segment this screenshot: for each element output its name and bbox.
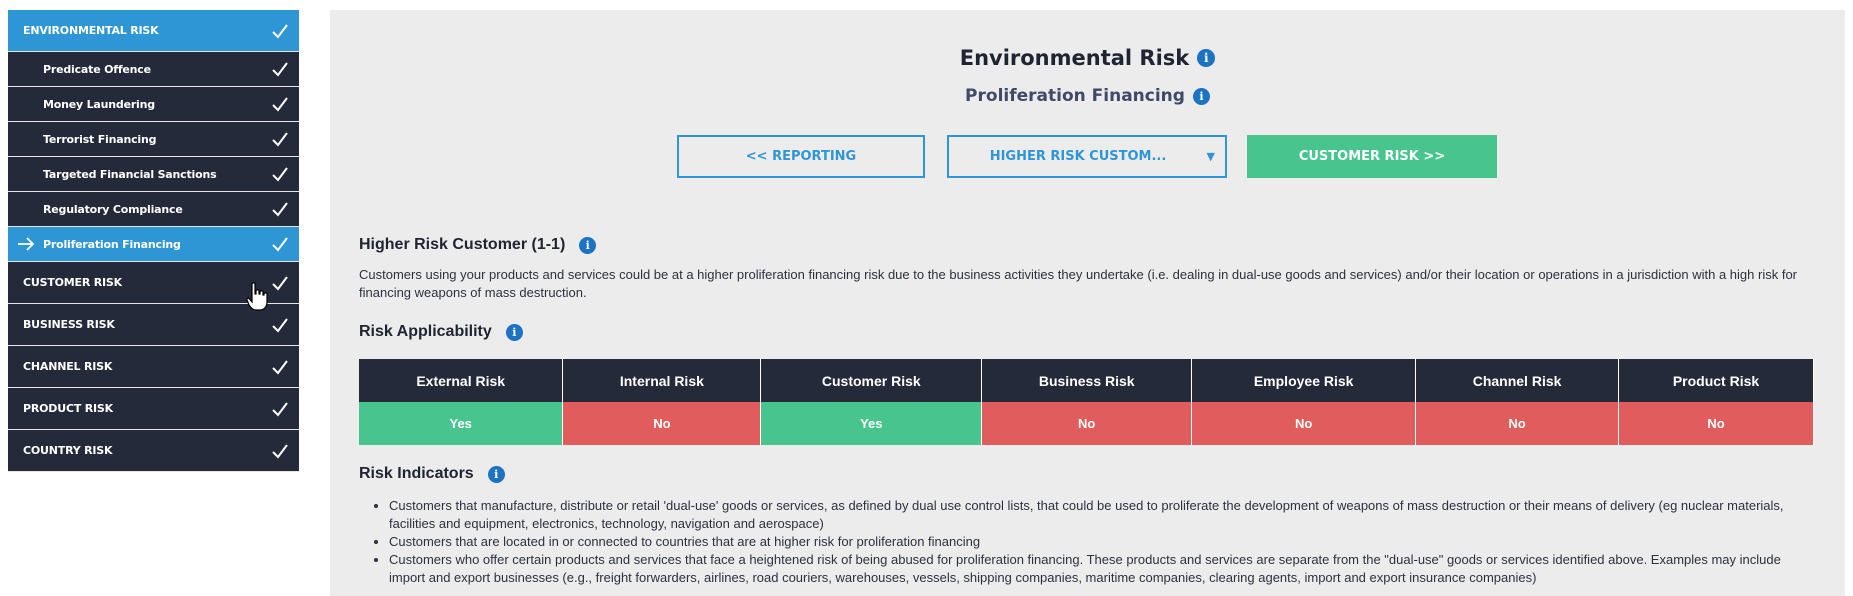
sidebar-item-predicate-offence[interactable]: Predicate Offence: [8, 52, 299, 87]
check-icon: [272, 62, 288, 77]
status-cell: No: [1618, 402, 1814, 445]
list-item: Customers who offer certain products and…: [389, 551, 1819, 587]
sidebar: ENVIRONMENTAL RISK Predicate Offence Mon…: [8, 10, 299, 472]
check-icon: [272, 23, 288, 39]
sidebar-item-label: Proliferation Financing: [43, 237, 181, 251]
check-icon: [272, 317, 288, 333]
page-title: Environmental Risk: [959, 46, 1190, 70]
main-panel: Environmental Risk i Proliferation Finan…: [330, 10, 1845, 596]
info-icon[interactable]: i: [1192, 87, 1210, 105]
check-icon: [272, 132, 288, 147]
risk-applicability-title: Risk Applicability: [359, 323, 492, 340]
sidebar-item-product-risk[interactable]: PRODUCT RISK: [8, 388, 299, 430]
info-icon[interactable]: i: [1197, 49, 1216, 67]
page-title-row: Environmental Risk i: [330, 46, 1845, 70]
sidebar-item-label: Targeted Financial Sanctions: [43, 167, 217, 181]
info-icon[interactable]: i: [487, 465, 505, 483]
sidebar-item-terrorist-financing[interactable]: Terrorist Financing: [8, 122, 299, 157]
risk-applicability-title-row: Risk Applicability i: [359, 323, 523, 341]
section-title: Higher Risk Customer (1-1): [359, 236, 566, 253]
arrow-right-icon: [18, 237, 35, 251]
app: ENVIRONMENTAL RISK Predicate Offence Mon…: [0, 0, 1853, 596]
list-item: Customers that are located in or connect…: [389, 533, 1819, 551]
check-icon: [272, 401, 288, 417]
reporting-back-button[interactable]: << REPORTING: [677, 135, 925, 178]
column-header: Business Risk: [981, 359, 1193, 402]
column-header: Channel Risk: [1415, 359, 1620, 402]
status-cell: No: [562, 402, 762, 445]
check-icon: [272, 237, 288, 252]
column-header: Employee Risk: [1191, 359, 1417, 402]
page-subtitle: Proliferation Financing: [965, 86, 1185, 106]
table-row: Yes No Yes No No No No: [359, 402, 1814, 445]
status-cell: No: [1191, 402, 1417, 445]
check-icon: [272, 359, 288, 375]
sidebar-item-label: Terrorist Financing: [43, 132, 157, 146]
info-icon[interactable]: i: [505, 323, 523, 341]
sidebar-item-label: PRODUCT RISK: [23, 402, 113, 415]
sidebar-item-label: CHANNEL RISK: [23, 360, 113, 373]
sidebar-item-label: Money Laundering: [43, 97, 155, 111]
sidebar-item-label: Predicate Offence: [43, 62, 151, 76]
info-icon[interactable]: i: [579, 236, 597, 254]
column-header: Product Risk: [1618, 359, 1814, 402]
indicator-select[interactable]: HIGHER RISK CUSTOM... ▼: [947, 135, 1227, 178]
risk-indicators-title-row: Risk Indicators i: [359, 465, 505, 483]
column-header: External Risk: [359, 359, 564, 402]
status-cell: Yes: [760, 402, 983, 445]
indicator-select-value: HIGHER RISK CUSTOM...: [989, 149, 1167, 164]
caret-down-icon: ▼: [1206, 149, 1215, 163]
sidebar-item-money-laundering[interactable]: Money Laundering: [8, 87, 299, 122]
sidebar-item-label: ENVIRONMENTAL RISK: [23, 24, 159, 37]
sidebar-item-label: BUSINESS RISK: [23, 318, 115, 331]
risk-indicators-list: Customers that manufacture, distribute o…: [389, 497, 1819, 587]
check-icon: [272, 97, 288, 112]
sidebar-item-environmental-risk[interactable]: ENVIRONMENTAL RISK: [8, 10, 299, 52]
customer-risk-next-button[interactable]: CUSTOMER RISK >>: [1247, 135, 1497, 178]
page-subtitle-row: Proliferation Financing i: [330, 86, 1845, 106]
sidebar-item-label: COUNTRY RISK: [23, 444, 113, 457]
check-icon: [272, 275, 288, 291]
table-header-row: External Risk Internal Risk Customer Ris…: [359, 359, 1814, 402]
sidebar-item-country-risk[interactable]: COUNTRY RISK: [8, 430, 299, 472]
risk-applicability-table: External Risk Internal Risk Customer Ris…: [359, 359, 1814, 445]
check-icon: [272, 167, 288, 182]
status-cell: No: [981, 402, 1193, 445]
hand-pointer-cursor-icon: [246, 282, 268, 311]
status-cell: Yes: [359, 402, 564, 445]
section-description: Customers using your products and servic…: [359, 267, 1797, 300]
check-icon: [272, 202, 288, 217]
column-header: Customer Risk: [760, 359, 983, 402]
sidebar-item-regulatory-compliance[interactable]: Regulatory Compliance: [8, 192, 299, 227]
sidebar-item-label: Regulatory Compliance: [43, 202, 183, 216]
sidebar-item-targeted-financial-sanctions[interactable]: Targeted Financial Sanctions: [8, 157, 299, 192]
section-title-row: Higher Risk Customer (1-1) i: [359, 236, 597, 254]
risk-indicators-title: Risk Indicators: [359, 465, 474, 482]
check-icon: [272, 443, 288, 459]
sidebar-item-channel-risk[interactable]: CHANNEL RISK: [8, 346, 299, 388]
list-item: Customers that manufacture, distribute o…: [389, 497, 1819, 533]
status-cell: No: [1415, 402, 1620, 445]
column-header: Internal Risk: [562, 359, 762, 402]
sidebar-item-label: CUSTOMER RISK: [23, 276, 122, 289]
sidebar-item-proliferation-financing[interactable]: Proliferation Financing: [8, 227, 299, 262]
